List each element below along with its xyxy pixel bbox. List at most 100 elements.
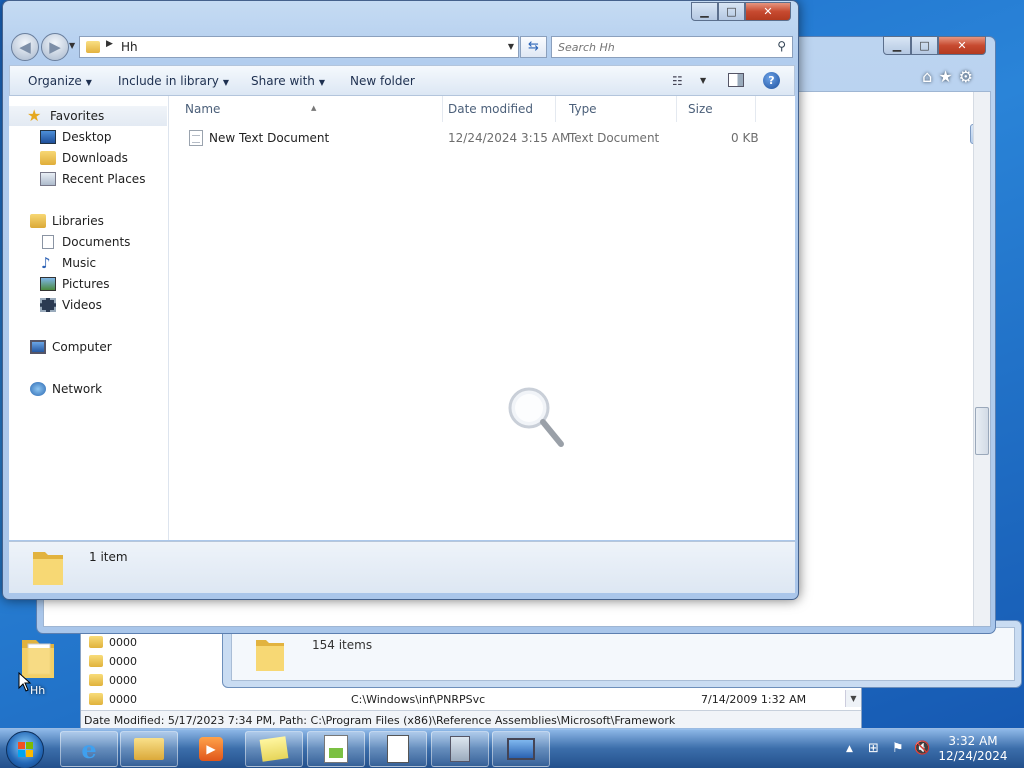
taskbar: e ▶ ▲ ⊞ ⚑ 🔇 3:32 AM 12/24/2024 [0,728,1024,768]
maximize-button[interactable]: □ [718,2,745,21]
new-folder-button[interactable]: New folder [350,74,415,88]
include-in-library-button[interactable]: Include in library ▼ [118,74,229,88]
sort-ascending-icon: ▲ [311,104,317,112]
breadcrumb[interactable]: Hh [121,40,138,54]
nav-item-label: Videos [62,298,102,312]
list-item-path: C:\Windows\inf\PNRPSvc [351,693,486,706]
view-options-chevron-icon[interactable]: ▼ [700,76,706,85]
windows-logo-icon [18,742,33,757]
nav-item-music[interactable]: ♪ Music [9,253,167,273]
nav-item-label: Music [62,256,97,270]
help-icon[interactable]: ? [763,72,780,89]
favorites-star-icon[interactable]: ★ [938,67,958,86]
taskbar-calculator[interactable] [431,731,489,767]
address-bar[interactable]: ▶ Hh ▼ [79,36,519,58]
home-icon[interactable]: ⌂ [922,67,938,86]
nav-item-label: Documents [62,235,131,249]
minimize-button[interactable]: ▁ [691,2,718,21]
file-size: 0 KB [731,131,759,145]
search-icon[interactable]: ⚲ [777,39,786,53]
column-header-size[interactable]: Size [676,96,756,122]
scrollbar-thumb[interactable] [975,407,989,455]
preview-pane-icon[interactable] [728,73,744,87]
list-item-name: 0000 [109,674,137,687]
column-header-name[interactable]: Name ▲ [173,96,443,122]
nav-item-pictures[interactable]: Pictures [9,274,167,294]
minimize-button[interactable]: ▁ [883,36,911,55]
address-dropdown-icon[interactable]: ▼ [508,42,514,51]
recent-pages-chevron-icon[interactable]: ▼ [69,41,75,50]
close-button[interactable]: ✕ [745,2,791,21]
taskbar-document-app[interactable] [369,731,427,767]
start-button[interactable] [6,731,44,768]
vertical-scrollbar[interactable] [973,92,990,626]
show-hidden-icons-icon[interactable]: ▲ [846,744,853,754]
taskbar-internet-explorer[interactable]: e [60,731,118,767]
nav-item-recent-places[interactable]: Recent Places [9,169,167,189]
list-item-date: 7/14/2009 1:32 AM [701,693,807,706]
include-in-library-label: Include in library [118,74,219,88]
folder-icon [89,674,103,686]
search-box[interactable]: ⚲ [551,36,793,58]
nav-item-label: Libraries [52,214,104,228]
desktop-folder-shortcut[interactable]: Hh [6,632,72,698]
sticky-notes-icon [259,736,289,762]
list-item[interactable]: 0000 C:\Windows\inf\PNRPSvc 7/14/2009 1:… [87,690,857,709]
navigation-pane: ★ Favorites Desktop Downloads Recent Pla… [9,96,169,540]
nav-item-downloads[interactable]: Downloads [9,148,167,168]
breadcrumb-chevron-icon[interactable]: ▶ [106,39,113,49]
scroll-down-button[interactable]: ▼ [845,690,861,707]
taskbar-media-player[interactable]: ▶ [182,731,240,767]
desktop-icon-label: Hh [30,684,46,697]
folder-icon [89,693,103,705]
details-pane: 1 item [9,541,795,593]
command-bar: Organize ▼ Include in library ▼ Share with… [9,65,795,96]
forward-button[interactable]: ▶ [41,33,69,61]
list-item-name: 0000 [109,655,137,668]
nav-item-documents[interactable]: Documents [9,232,167,252]
network-tray-icon[interactable]: ⊞ [868,741,879,756]
share-with-button[interactable]: Share with ▼ [251,74,325,88]
toolbar-icons: ⌂★⚙ [922,67,979,86]
clock-date: 12/24/2024 [938,749,1008,763]
search-input[interactable] [558,39,758,56]
volume-muted-icon[interactable]: 🔇 [914,741,930,756]
explorer-window[interactable]: ▁ □ ✕ ◀ ▶ ▼ ▶ Hh ▼ ⇆ ⚲ Organize▼ Include… [2,0,799,600]
maximize-button[interactable]: □ [911,36,938,55]
close-button[interactable]: ✕ [938,36,986,55]
internet-explorer-icon: e [81,734,97,764]
refresh-button[interactable]: ⇆ [520,36,547,58]
nav-item-label: Recent Places [62,172,146,186]
taskbar-sticky-notes[interactable] [245,731,303,767]
star-icon: ★ [27,106,42,125]
nav-item-label: Desktop [62,130,112,144]
file-date-modified: 12/24/2024 3:15 AM [448,131,571,145]
taskbar-remote-desktop[interactable] [492,731,550,767]
list-item-name: 0000 [109,636,137,649]
share-with-label: Share with [251,74,315,88]
column-header-type[interactable]: Type [557,96,677,122]
column-header-label: Date modified [448,102,534,116]
organize-button[interactable]: Organize ▼ [28,74,92,88]
nav-item-videos[interactable]: Videos [9,295,167,315]
text-document-icon [189,130,203,146]
action-center-flag-icon[interactable]: ⚑ [892,741,904,756]
nav-item-favorites[interactable]: ★ Favorites [9,106,167,126]
table-row[interactable]: New Text Document 12/24/2024 3:15 AM Tex… [169,127,779,149]
taskbar-notepad-plus[interactable] [307,731,365,767]
notepad-plus-icon [324,735,348,763]
folder-icon [86,41,100,53]
taskbar-windows-explorer[interactable] [120,731,178,767]
nav-item-libraries[interactable]: Libraries [9,211,167,231]
gear-icon[interactable]: ⚙ [959,67,979,86]
nav-item-network[interactable]: Network [9,379,167,399]
organize-label: Organize [28,74,82,88]
nav-item-desktop[interactable]: Desktop [9,127,167,147]
downloads-folder-icon [40,151,56,165]
change-view-icon[interactable]: ☷ [672,74,683,88]
back-button[interactable]: ◀ [11,33,39,61]
column-header-date-modified[interactable]: Date modified [436,96,556,122]
system-clock[interactable]: 3:32 AM 12/24/2024 [936,734,1010,764]
music-note-icon: ♪ [41,254,51,272]
nav-item-computer[interactable]: Computer [9,337,167,357]
